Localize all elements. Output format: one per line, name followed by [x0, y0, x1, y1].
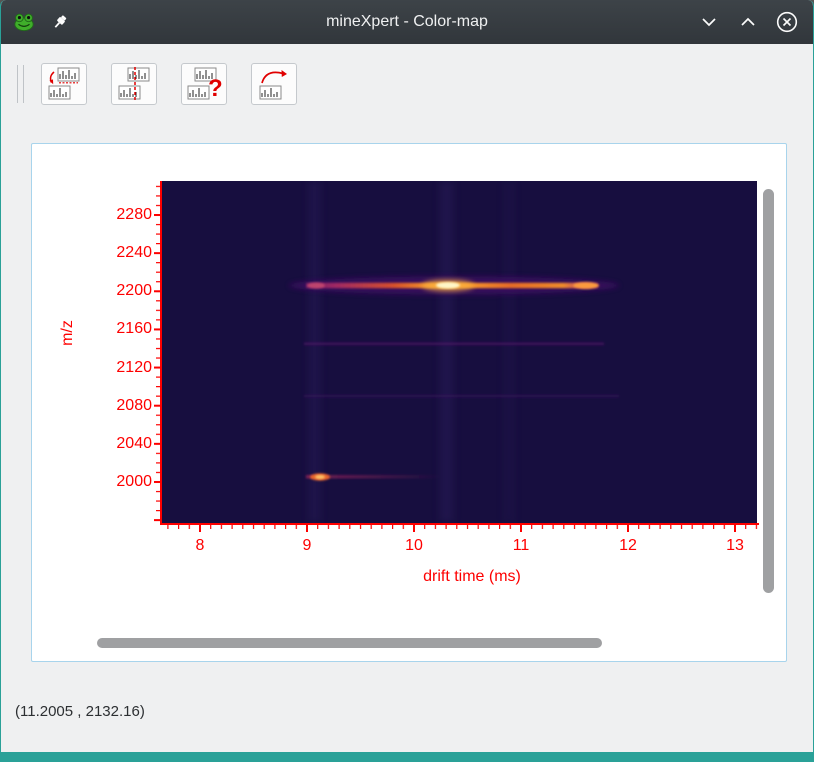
chevron-down-icon	[702, 18, 716, 27]
spectrum-arc-arrow-icon	[259, 70, 287, 100]
colormap-canvas[interactable]	[154, 174, 766, 534]
x-tick-label: 9	[302, 537, 312, 554]
x-tick-label: 11	[512, 537, 530, 554]
x-axis-title: drift time (ms)	[423, 568, 521, 585]
app-frog-icon[interactable]	[13, 11, 35, 33]
y-axis-title: m/z	[59, 320, 76, 346]
window-bottom-border	[1, 752, 813, 762]
toolbar: ?	[17, 62, 321, 106]
x-tick-label: 10	[405, 537, 423, 554]
colormap-to-spectrum-button[interactable]	[41, 63, 87, 105]
titlebar-left-group	[1, 11, 71, 33]
spectrum-replot-button[interactable]	[251, 63, 297, 105]
window-title: mineXpert - Color-map	[326, 13, 488, 30]
minimize-button[interactable]	[698, 11, 720, 33]
cursor-coordinates: (11.2005 , 2132.16)	[15, 703, 145, 720]
svg-text:?: ?	[208, 75, 222, 101]
colormap-panel: 2280 2240 2200 2160 2120 2080 2040 2000 …	[31, 143, 787, 662]
y-tick-label: 2160	[116, 320, 152, 337]
frog-icon	[14, 13, 34, 31]
horizontal-scrollbar[interactable]	[97, 638, 602, 648]
colormap-slice-button[interactable]	[111, 63, 157, 105]
close-icon	[776, 11, 798, 33]
y-tick-label: 2000	[116, 473, 152, 490]
titlebar-right-group	[698, 11, 813, 33]
y-tick-label: 2240	[116, 244, 152, 261]
colormap-to-spectrum-down-arrow-icon	[48, 67, 80, 100]
pin-icon	[54, 15, 67, 28]
colormap-question-help-icon: ?	[187, 67, 222, 101]
maximize-button[interactable]	[737, 11, 759, 33]
y-tick-label: 2120	[116, 359, 152, 376]
y-tick-label: 2280	[116, 206, 152, 223]
y-tick-label: 2080	[116, 397, 152, 414]
y-tick-label: 2200	[116, 282, 152, 299]
heatmap-image[interactable]	[162, 181, 757, 523]
titlebar[interactable]: mineXpert - Color-map	[1, 0, 813, 44]
x-tick-label: 12	[619, 537, 637, 554]
x-tick-label: 13	[726, 537, 744, 554]
close-button[interactable]	[776, 11, 798, 33]
x-tick-label: 8	[195, 537, 205, 554]
colormap-slice-dashed-line-icon	[118, 67, 150, 100]
status-bar: (11.2005 , 2132.16)	[15, 703, 145, 720]
colormap-help-button[interactable]: ?	[181, 63, 227, 105]
chevron-up-icon	[741, 17, 755, 26]
pin-button[interactable]	[49, 11, 71, 33]
toolbar-drag-handle[interactable]	[17, 65, 24, 103]
vertical-scrollbar[interactable]	[763, 189, 774, 593]
y-tick-label: 2040	[116, 435, 152, 452]
minexpert-colormap-window: mineXpert - Color-map ? 2280 2240 2200 2…	[0, 0, 814, 762]
